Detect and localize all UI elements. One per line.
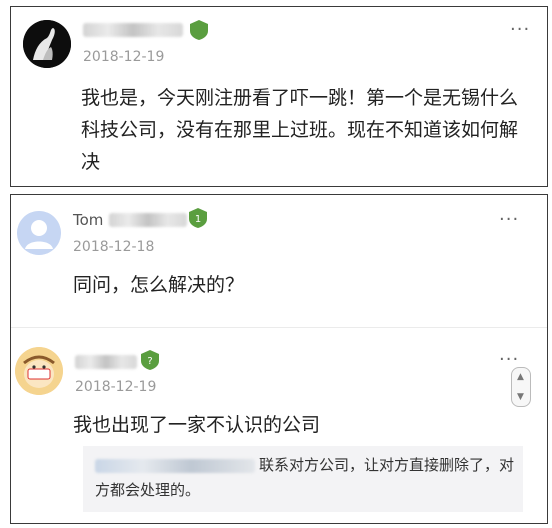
scroll-handle[interactable]: ▲ ▼: [511, 367, 531, 407]
level-badge-icon: 1: [189, 208, 207, 228]
username[interactable]: Tom: [73, 211, 103, 229]
comment-divider: [11, 327, 547, 328]
comment-date: 2018-12-18: [73, 239, 155, 255]
username-blurred[interactable]: [83, 23, 183, 37]
comment-date: 2018-12-19: [83, 49, 165, 65]
cartoon-face-icon: [15, 347, 63, 395]
more-options-icon[interactable]: ···: [499, 209, 519, 230]
comment-card-1: 2018-12-19 ··· 我也是，今天刚注册看了吓一跳！第一个是无锡什么科技…: [10, 6, 548, 187]
comment-text: 我也出现了一家不认识的公司: [73, 414, 321, 436]
chevron-down-icon: ▼: [517, 392, 524, 402]
comment-card-2: Tom 1 2018-12-18 ··· 同问，怎么解决的？ ? 2018-12…: [10, 194, 548, 524]
reply-content: 联系对方公司，让对方直接删除了，对方都会处理的。: [95, 453, 515, 503]
reply-author-blurred[interactable]: [95, 458, 255, 473]
level-badge-icon: ?: [141, 350, 159, 370]
reply-box: 联系对方公司，让对方直接删除了，对方都会处理的。: [83, 446, 523, 512]
more-options-icon[interactable]: ···: [510, 19, 530, 40]
svg-text:1: 1: [195, 214, 201, 225]
person-placeholder-icon: [17, 211, 61, 255]
username-blurred[interactable]: [109, 213, 187, 227]
cartoon-avatar[interactable]: [15, 347, 63, 395]
user-avatar[interactable]: [23, 20, 71, 68]
comment-text: 同问，怎么解决的？: [73, 274, 245, 296]
level-badge-icon: [190, 20, 208, 40]
svg-text:?: ?: [147, 356, 152, 367]
chevron-up-icon: ▲: [517, 372, 524, 382]
comment-date: 2018-12-19: [75, 379, 157, 395]
default-avatar[interactable]: [17, 211, 61, 255]
comment-text: 我也是，今天刚注册看了吓一跳！第一个是无锡什么科技公司，没有在那里上过班。现在不…: [81, 87, 519, 173]
silhouette-icon: [23, 20, 71, 68]
username-blurred[interactable]: [75, 355, 137, 369]
